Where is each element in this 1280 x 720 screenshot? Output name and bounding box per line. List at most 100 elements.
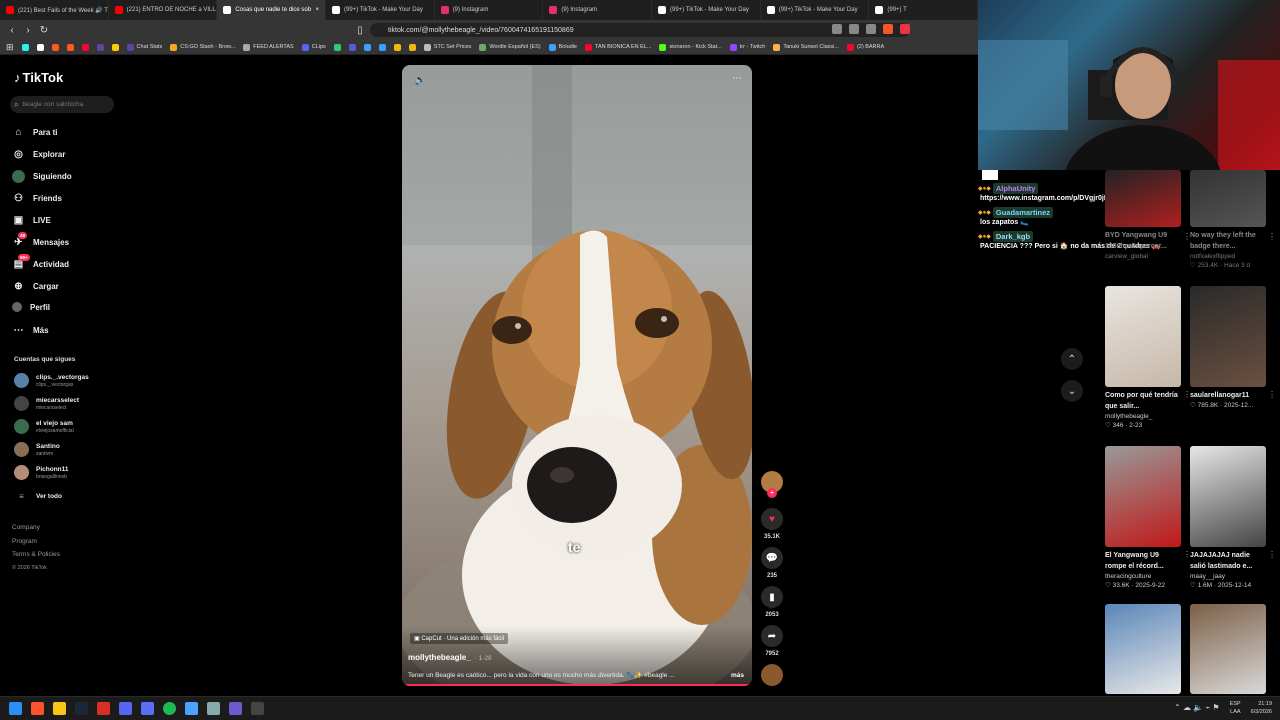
obs-app-icon[interactable] <box>229 702 242 715</box>
follow-plus-icon[interactable]: + <box>767 488 777 498</box>
comment-button[interactable]: 💬 235 <box>760 547 784 579</box>
recommended-video[interactable]: El Yangwang U9 rompe el récord... theraci… <box>1105 446 1191 590</box>
bookmark-item[interactable]: Tanuki Sunset Classi... <box>773 43 839 51</box>
bookmark-item[interactable]: CS:GO Stash - Brow... <box>170 43 235 51</box>
bookmark-item[interactable]: STC Set Prices <box>423 43 471 51</box>
bookmark-item[interactable]: sionaron - Kick Stat... <box>659 43 722 51</box>
back-arrow-icon[interactable]: ‹ <box>4 22 20 38</box>
recommended-video[interactable] <box>1190 604 1266 694</box>
nav-item-ms[interactable]: ⋯ Más <box>12 324 49 337</box>
bookmark-item[interactable] <box>378 43 386 51</box>
bookmark-item[interactable] <box>81 43 89 51</box>
scroll-up-button[interactable]: ⌃ <box>1061 348 1083 370</box>
browser-tab[interactable]: Cosas que nadie te dice sob × <box>217 0 327 20</box>
bookmark-item[interactable]: (2) BARRA <box>846 43 884 51</box>
app-icon[interactable] <box>251 702 264 715</box>
browser-tab[interactable]: (99+) T <box>869 0 978 20</box>
nav-item-actividad[interactable]: ▤ 99+ Actividad <box>12 254 69 271</box>
sound-disc-button[interactable] <box>760 664 784 686</box>
browser-tab[interactable]: (9) Instagram <box>543 0 653 20</box>
browser-tab[interactable]: (99+) TikTok - Make Your Day <box>326 0 435 20</box>
author-avatar-button[interactable]: + <box>760 471 784 498</box>
nav-item-para-ti[interactable]: ⌂ Para ti <box>12 126 57 139</box>
bookmark-item[interactable] <box>333 43 341 51</box>
search-input[interactable]: ⌕ beagle con salchicha <box>10 96 114 113</box>
recommended-video[interactable] <box>1105 604 1181 694</box>
tiktok-logo[interactable]: ♪ TikTok <box>14 70 63 85</box>
extension-icon[interactable] <box>832 24 842 34</box>
recommended-video[interactable]: BYD Yangwang U9 1300hp Supercar... carvie… <box>1105 170 1191 261</box>
bookmark-item[interactable] <box>36 43 44 51</box>
chrome-icon[interactable] <box>97 702 110 715</box>
browser-tab[interactable]: (9) Instagram <box>435 0 544 20</box>
footer-link[interactable]: Terms & Policies <box>12 551 60 558</box>
browser-tab[interactable]: (99+) TikTok - Make Your Day <box>761 0 870 20</box>
share-button[interactable]: ➦ 7952 <box>760 625 784 657</box>
windows-start-icon[interactable] <box>9 702 22 715</box>
app-icon[interactable] <box>141 702 154 715</box>
nav-item-perfil[interactable]: Perfil <box>12 302 50 312</box>
video-progress-bar[interactable] <box>402 684 752 686</box>
apps-grid-icon[interactable]: ⊞ <box>6 42 14 53</box>
spotify-icon[interactable] <box>163 702 176 715</box>
nav-item-siguiendo[interactable]: Siguiendo <box>12 170 72 183</box>
following-account[interactable]: Santino zantivm <box>14 442 60 457</box>
recommended-video[interactable]: saularellanogar11 ♡ 785.8K · 2025-12... ⋮ <box>1190 286 1276 410</box>
discord-icon[interactable] <box>119 702 132 715</box>
capcut-tag[interactable]: ▣ CapCut · Una edición más fácil <box>410 633 509 644</box>
video-options-icon[interactable]: ⋮ <box>1268 550 1276 559</box>
video-more-icon[interactable]: ⋯ <box>732 73 742 84</box>
close-tab-icon[interactable]: × <box>316 7 320 13</box>
video-author[interactable]: mollythebeagle_ · 1-28 <box>408 653 492 662</box>
see-all-button[interactable]: ≡ Ver todo <box>14 492 62 501</box>
video-options-icon[interactable]: ⋮ <box>1268 232 1276 241</box>
app-icon[interactable] <box>207 702 220 715</box>
volume-icon[interactable]: 🔈 <box>414 75 426 86</box>
browser-tab[interactable]: (221) Best Fails of the Week 🔊 T <box>0 0 109 20</box>
footer-link[interactable]: Company <box>12 524 40 531</box>
url-field[interactable]: tiktok.com/@mollythebeagle_/video/760047… <box>370 23 910 37</box>
bookmark-item[interactable] <box>348 43 356 51</box>
nav-item-friends[interactable]: ⚇ Friends <box>12 192 62 205</box>
forward-arrow-icon[interactable]: › <box>20 22 36 38</box>
bookmark-item[interactable]: Boludle <box>548 43 577 51</box>
bookmark-item[interactable] <box>96 43 104 51</box>
bookmark-item[interactable] <box>111 43 119 51</box>
bookmark-item[interactable]: Chat Stats <box>126 43 162 51</box>
like-button[interactable]: ♥ 35.1K <box>760 508 784 540</box>
recommended-video[interactable]: JAJAJAJAJ nadie salió lastimado e... maay… <box>1190 446 1276 590</box>
nav-item-cargar[interactable]: ⊕ Cargar <box>12 280 59 293</box>
nav-item-live[interactable]: ▣ LIVE <box>12 214 51 227</box>
bookmark-icon[interactable]: ▯ <box>352 22 368 38</box>
save-button[interactable]: ▮ 2053 <box>760 586 784 618</box>
bookmark-item[interactable] <box>51 43 59 51</box>
nav-item-explorar[interactable]: ◎ Explorar <box>12 148 65 161</box>
brave-rewards-icon[interactable] <box>900 24 910 34</box>
following-account[interactable]: miecarsselect miecarsselect <box>14 396 79 411</box>
network-app-icon[interactable] <box>185 702 198 715</box>
extension-icon[interactable] <box>849 24 859 34</box>
video-options-icon[interactable]: ⋮ <box>1268 390 1276 399</box>
bookmark-item[interactable]: FEED ALERTAS <box>243 43 294 51</box>
browser-tab[interactable]: (99+) TikTok - Make Your Day <box>652 0 761 20</box>
bookmark-item[interactable]: TAN BIONICA EN EL... <box>585 43 651 51</box>
video-player[interactable]: 🔈 ⋯ te ▣ CapCut · Una edición más fácil … <box>402 65 752 686</box>
extension-icon[interactable] <box>866 24 876 34</box>
brave-shield-icon[interactable] <box>883 24 893 34</box>
reload-icon[interactable]: ↻ <box>36 22 52 38</box>
bookmark-item[interactable] <box>408 43 416 51</box>
scroll-down-button[interactable]: ⌄ <box>1061 380 1083 402</box>
following-account[interactable]: el viejo sam elviejosamofficial <box>14 419 74 434</box>
steam-icon[interactable] <box>75 702 88 715</box>
system-tray[interactable]: ⌃ ☁ 🔈 ⌁ ⚑ ESP LAA 21:19 6/3/2026 <box>1174 700 1272 716</box>
bookmark-item[interactable] <box>393 43 401 51</box>
browser-tab[interactable]: (221) ENTRO DE NOCHE a VILLA <box>109 0 218 20</box>
caption-more-link[interactable]: más <box>731 672 744 679</box>
recommended-video[interactable]: No way they left the badge there... notfx… <box>1190 170 1276 270</box>
bookmark-item[interactable] <box>21 43 29 51</box>
bookmark-item[interactable]: CLips <box>301 43 326 51</box>
file-explorer-icon[interactable] <box>53 702 66 715</box>
bookmark-item[interactable]: Wordle Español (ES) <box>479 43 541 51</box>
footer-link[interactable]: Program <box>12 538 37 545</box>
following-account[interactable]: Pichonn11 briangallinosb <box>14 465 69 480</box>
